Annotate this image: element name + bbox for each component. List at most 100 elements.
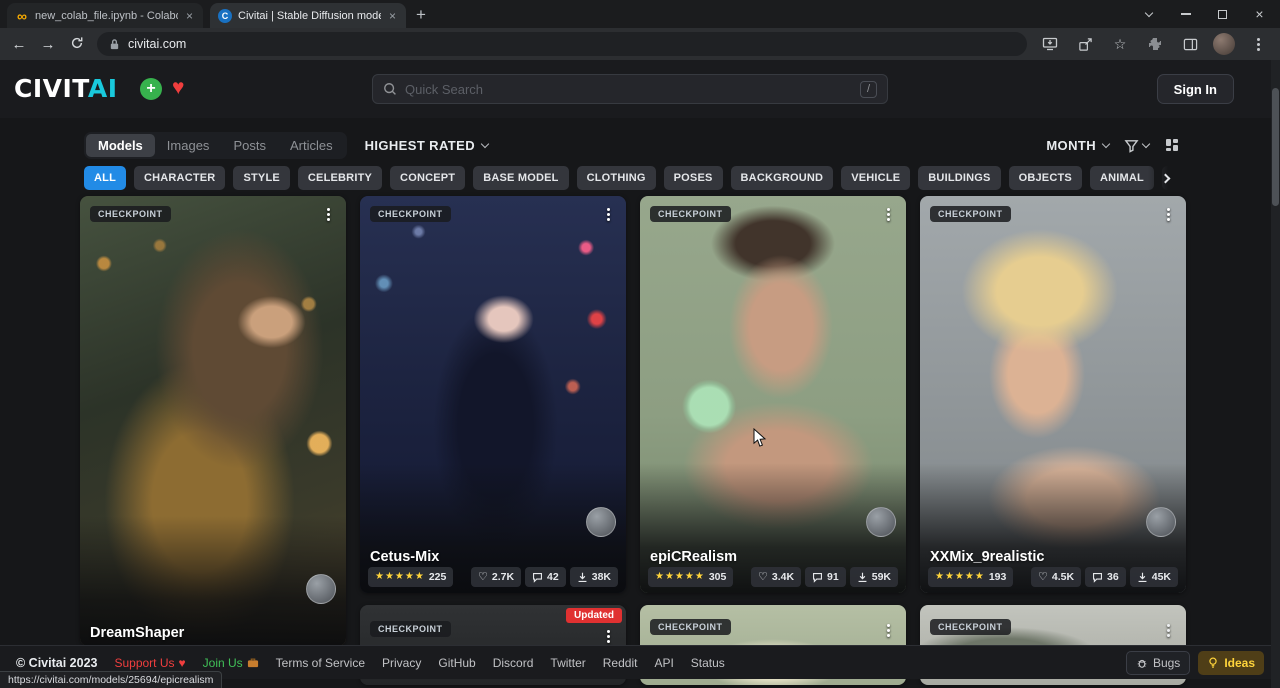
window-minimize-button[interactable] [1167,0,1204,28]
category-chip-background[interactable]: BACKGROUND [731,166,834,190]
category-chip-character[interactable]: CHARACTER [134,166,225,190]
window-close-button[interactable]: × [1241,0,1278,28]
layout-toggle-button[interactable] [1164,137,1180,153]
card-menu-button[interactable] [1159,205,1177,223]
browser-menu-button[interactable] [1246,32,1270,56]
category-chip-all[interactable]: ALL [84,166,126,190]
comments-stat[interactable]: 42 [525,567,566,587]
downloads-count: 38K [592,571,611,583]
footer-link-join-us[interactable]: Join Us [203,656,259,670]
search-input[interactable] [405,82,852,97]
creator-avatar[interactable] [866,507,896,537]
likes-stat[interactable]: ♡ 3.4K [751,567,801,587]
period-dropdown[interactable]: MONTH [1046,138,1109,153]
model-card-xxmix9realistic[interactable]: CHECKPOINT XXMix_9realistic ★★★★★ 193 ♡ … [920,196,1186,593]
downloads-stat[interactable]: 38K [570,567,618,587]
card-menu-button[interactable] [879,621,897,639]
page-scrollbar[interactable] [1271,60,1280,688]
creator-avatar[interactable] [1146,507,1176,537]
install-app-button[interactable] [1038,32,1062,56]
window-maximize-button[interactable] [1204,0,1241,28]
downloads-stat[interactable]: 45K [1130,567,1178,587]
browser-tab-civitai[interactable]: C Civitai | Stable Diffusion models, × [210,3,406,28]
extensions-button[interactable] [1143,32,1167,56]
likes-stat[interactable]: ♡ 2.7K [471,567,521,587]
category-chip-base-model[interactable]: BASE MODEL [473,166,568,190]
reload-button[interactable] [68,36,86,53]
tab-images[interactable]: Images [155,134,222,157]
back-button[interactable]: ← [10,37,28,52]
category-chip-animal[interactable]: ANIMAL [1090,166,1154,190]
address-bar[interactable]: civitai.com [97,32,1027,56]
kebab-menu-icon [887,629,890,632]
model-title: epiCRealism [650,549,737,565]
download-icon [1137,572,1148,583]
ideas-button[interactable]: Ideas [1198,651,1264,675]
card-menu-button[interactable] [599,627,617,645]
downloads-stat[interactable]: 59K [850,567,898,587]
tab-posts[interactable]: Posts [221,134,278,157]
funnel-icon [1124,138,1139,153]
likes-stat[interactable]: ♡ 4.5K [1031,567,1081,587]
category-chip-poses[interactable]: POSES [664,166,723,190]
card-menu-button[interactable] [1159,621,1177,639]
reload-icon [70,36,84,50]
profile-avatar[interactable] [1213,33,1235,55]
tab-articles[interactable]: Articles [278,134,345,157]
footer-link-api[interactable]: API [654,656,673,670]
footer-link-privacy[interactable]: Privacy [382,656,421,670]
model-card-cetus-mix[interactable]: CHECKPOINT Cetus-Mix ★★★★★ 225 ♡ 2.7K 42 [360,196,626,593]
rating-stat[interactable]: ★★★★★ 193 [928,567,1013,587]
category-chip-style[interactable]: STYLE [233,166,289,190]
side-panel-button[interactable] [1178,32,1202,56]
quick-search-box[interactable]: / [372,74,888,104]
model-card-epicrealism[interactable]: CHECKPOINT epiCRealism ★★★★★ 305 ♡ 3.4K … [640,196,906,593]
upload-plus-button[interactable]: + [140,78,162,100]
tab-close-icon[interactable]: × [387,9,398,23]
heart-icon: ♥ [179,656,186,670]
footer-link-status[interactable]: Status [691,656,725,670]
footer-actions: Bugs Ideas [1126,651,1264,675]
footer-link-github[interactable]: GitHub [438,656,475,670]
civitai-logo[interactable]: CIVITAI [14,74,118,103]
category-chip-celebrity[interactable]: CELEBRITY [298,166,382,190]
card-menu-button[interactable] [599,205,617,223]
category-chip-concept[interactable]: CONCEPT [390,166,465,190]
creator-avatar[interactable] [306,574,336,604]
filters-button[interactable] [1124,138,1149,153]
category-chip-vehicle[interactable]: VEHICLE [841,166,910,190]
comments-stat[interactable]: 91 [805,567,846,587]
browser-tab-colab[interactable]: ∞ new_colab_file.ipynb - Colaborat × [7,3,203,28]
rating-stat[interactable]: ★★★★★ 305 [648,567,733,587]
category-chip-objects[interactable]: OBJECTS [1009,166,1082,190]
category-chip-clothing[interactable]: CLOTHING [577,166,656,190]
model-title: Cetus-Mix [370,549,439,565]
bookmark-star-button[interactable]: ☆ [1108,32,1132,56]
creator-avatar[interactable] [586,507,616,537]
card-menu-button[interactable] [879,205,897,223]
sort-dropdown[interactable]: HIGHEST RATED [365,138,488,153]
footer-link-support-us[interactable]: Support Us♥ [114,656,185,670]
scrollbar-thumb[interactable] [1272,88,1279,206]
forward-button[interactable]: → [39,37,57,52]
share-button[interactable] [1073,32,1097,56]
footer-link-reddit[interactable]: Reddit [603,656,638,670]
new-tab-button[interactable]: + [416,6,426,23]
rating-stat[interactable]: ★★★★★ 225 [368,567,453,587]
tab-search-chevron-icon[interactable] [1130,0,1167,28]
model-card-dreamshaper[interactable]: CHECKPOINT DreamShaper [80,196,346,646]
footer-link-twitter[interactable]: Twitter [550,656,585,670]
tab-models[interactable]: Models [86,134,155,157]
bugs-button[interactable]: Bugs [1126,651,1190,675]
categories-scroll-right-button[interactable] [1148,165,1182,191]
category-chip-buildings[interactable]: BUILDINGS [918,166,1000,190]
footer-link-discord[interactable]: Discord [493,656,534,670]
comments-stat[interactable]: 36 [1085,567,1126,587]
window-controls: × [1130,0,1278,28]
card-menu-button[interactable] [319,205,337,223]
support-heart-icon[interactable]: ♥ [172,75,184,100]
sign-in-button[interactable]: Sign In [1157,74,1234,104]
tab-close-icon[interactable]: × [184,9,195,23]
heart-icon: ♡ [1038,572,1048,583]
footer-link-terms[interactable]: Terms of Service [276,656,365,670]
